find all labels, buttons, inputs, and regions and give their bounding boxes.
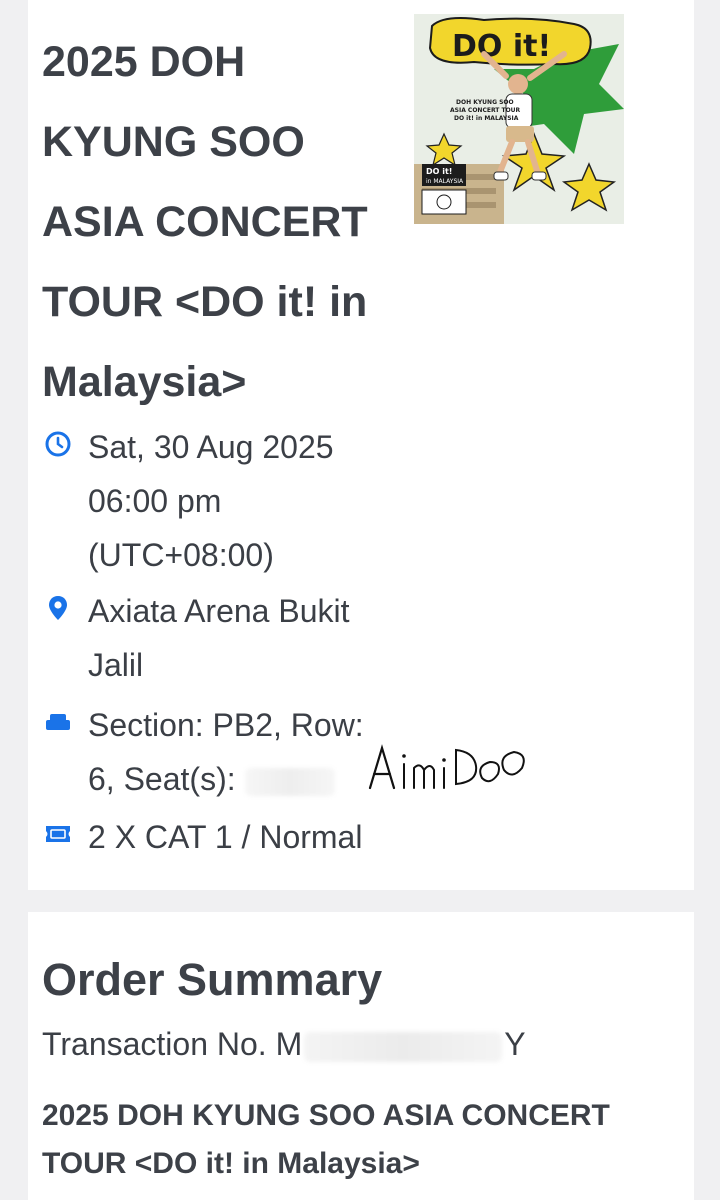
event-time: 06:00 pm <box>88 483 222 519</box>
event-poster-image[interactable]: DO it! DOH KYUNG SOO ASIA CONCERT TOUR D… <box>414 14 624 224</box>
event-datetime-row: Sat, 30 Aug 2025 06:00 pm (UTC+08:00) <box>44 420 334 582</box>
poster-badge-line-2: in MALAYSIA <box>426 178 464 185</box>
transaction-number: Transaction No. M Y <box>42 1022 526 1066</box>
seat-line-2-label: 6, Seat(s): <box>88 761 236 797</box>
ticket-type: 2 X CAT 1 / Normal <box>88 819 363 855</box>
transaction-suffix: Y <box>504 1026 526 1062</box>
clock-icon <box>45 431 71 457</box>
seat-number-redacted <box>244 767 335 796</box>
seat-sofa-icon <box>46 714 70 730</box>
poster-tour-line-2: ASIA CONCERT TOUR <box>450 107 521 114</box>
poster-badge-line-1: DO it! <box>426 167 452 176</box>
event-title: 2025 DOH KYUNG SOO ASIA CONCERT TOUR <DO… <box>42 38 368 406</box>
event-date: Sat, 30 Aug 2025 <box>88 429 334 465</box>
event-venue[interactable]: Axiata Arena Bukit Jalil <box>88 584 349 692</box>
handwritten-watermark <box>368 744 525 790</box>
transaction-number-redacted <box>304 1031 503 1062</box>
map-pin-icon <box>49 596 67 620</box>
seat-line-1: Section: PB2, Row: <box>88 707 364 743</box>
poster-logo-text: DO it! <box>452 29 551 64</box>
transaction-prefix: Transaction No. M <box>42 1026 303 1062</box>
event-timezone: (UTC+08:00) <box>88 537 274 573</box>
poster-tour-line-1: DOH KYUNG SOO <box>456 99 514 106</box>
venue-line-1: Axiata Arena Bukit <box>88 593 350 629</box>
poster-tour-line-3: DO it! in MALAYSIA <box>454 115 519 122</box>
venue-line-2: Jalil <box>88 647 144 683</box>
poster-artwork: DO it! DOH KYUNG SOO ASIA CONCERT TOUR D… <box>414 14 624 224</box>
seat-line-2: 6, Seat(s): <box>88 752 364 806</box>
event-datetime: Sat, 30 Aug 2025 06:00 pm (UTC+08:00) <box>88 420 334 582</box>
ticket-icon <box>46 826 70 842</box>
order-summary-event-title: 2025 DOH KYUNG SOO ASIA CONCERT TOUR <DO… <box>42 1099 610 1180</box>
event-venue-row: Axiata Arena Bukit Jalil <box>44 584 349 692</box>
ticket-detail-page: 2025 DOH KYUNG SOO ASIA CONCERT TOUR <DO… <box>0 0 720 1200</box>
seat-info-row: Section: PB2, Row: 6, Seat(s): <box>44 698 364 806</box>
ticket-type-row: 2 X CAT 1 / Normal <box>44 810 362 864</box>
seat-info: Section: PB2, Row: 6, Seat(s): <box>88 698 364 806</box>
order-summary-title: Order Summary <box>42 954 383 1005</box>
